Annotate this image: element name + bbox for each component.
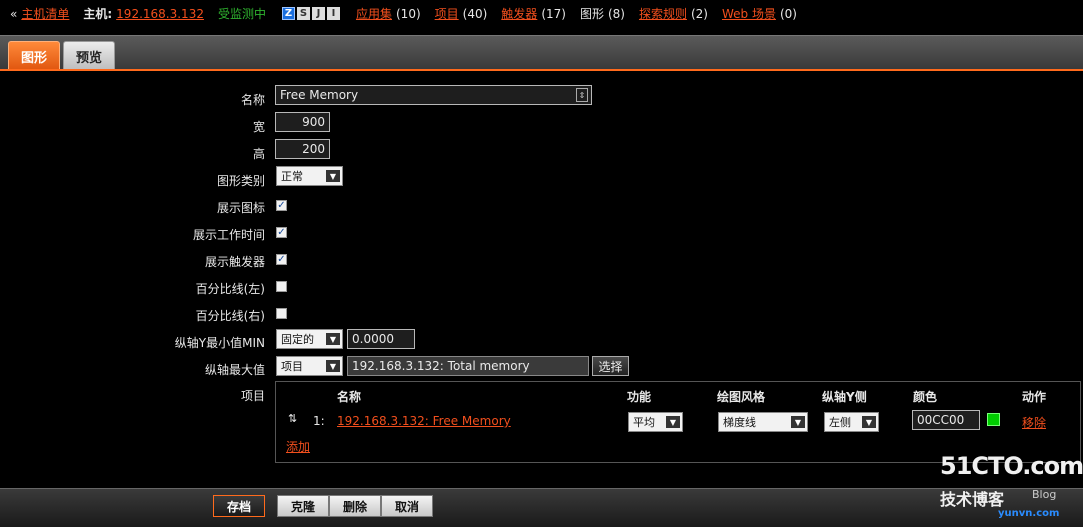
percentile-left-checkbox[interactable] [276,281,287,292]
items-link[interactable]: 项目 [435,5,459,22]
show-worktime-label: 展示工作时间 [192,228,265,242]
item-style-select[interactable]: 梯度线 ▼ [718,412,808,432]
col-action-header: 动作 [1022,390,1047,404]
graph-items-table: 名称 功能 绘图风格 纵轴Y侧 颜色 动作 ⇅ 1: 192.168.3.132… [275,381,1081,463]
graph-type-select[interactable]: 正常 ▼ [276,166,343,186]
width-label: 宽 [252,120,265,134]
percentile-right-checkbox[interactable] [276,308,287,319]
ymin-value-input[interactable]: 0.0000 [347,329,415,349]
ymin-type-value: 固定的 [281,333,314,346]
col-name-header: 名称 [337,390,362,404]
percentile-left-label: 百分比线(左) [195,282,265,296]
chevron-down-icon: ▼ [791,416,805,428]
ymax-type-value: 项目 [281,360,303,373]
host-label: 主机: [83,7,113,21]
discovery-rules-count: (2) [690,6,708,21]
tab-graph[interactable]: 图形 [8,41,61,70]
items-label: 项目 [240,389,265,403]
availability-icons: Z S J I [281,7,340,20]
col-color-header: 颜色 [913,390,938,404]
web-scenarios-count: (0) [779,6,797,21]
graph-type-value: 正常 [281,170,303,183]
percentile-right-label: 百分比线(右) [195,309,265,323]
applications-link[interactable]: 应用集 [356,5,392,22]
show-triggers-label: 展示触发器 [204,255,265,269]
clone-button[interactable]: 克隆 [277,495,329,517]
watermark-text-main: 51CTO.com [940,452,1083,480]
height-input[interactable]: 200 [275,139,330,159]
name-value: Free Memory [280,88,359,102]
chevron-down-icon: ▼ [666,416,680,428]
col-style-header: 绘图风格 [717,390,766,404]
host-nav-bar: « 主机清单 主机: 192.168.3.132 受监测中 Z S J I 应用… [0,0,1083,27]
triggers-link[interactable]: 触发器 [501,5,537,22]
add-item-link[interactable]: 添加 [286,438,310,455]
chevron-down-icon: ▼ [862,416,876,428]
show-triggers-checkbox[interactable]: ✓ [276,254,287,265]
name-input[interactable]: Free Memory ⇕ [275,85,592,105]
ymax-type-select[interactable]: 项目 ▼ [276,356,343,376]
watermark-text-sub: 技术博客 [940,490,1005,509]
cancel-button[interactable]: 取消 [381,495,433,517]
back-arrow-icon: « [10,6,18,21]
web-scenarios-link[interactable]: Web 场景 [722,5,776,22]
item-color-input[interactable]: 00CC00 [912,410,980,430]
show-worktime-checkbox[interactable]: ✓ [276,227,287,238]
triggers-count: (17) [541,6,566,21]
item-yaxis-value: 左侧 [829,416,851,429]
delete-button[interactable]: 删除 [329,495,381,517]
col-function-header: 功能 [627,390,652,404]
items-count: (40) [462,6,488,21]
save-button[interactable]: 存档 [213,495,265,517]
jmx-icon: J [311,7,325,20]
width-input[interactable]: 900 [275,112,330,132]
tab-strip: 图形 预览 [0,35,1083,70]
show-legend-checkbox[interactable]: ✓ [276,200,287,211]
item-style-value: 梯度线 [723,416,756,429]
chevron-down-icon: ▼ [326,333,340,345]
name-label: 名称 [240,93,265,107]
height-label: 高 [252,147,265,161]
ymin-label: 纵轴Y最小值MIN [174,336,265,350]
monitoring-status: 受监测中 [217,7,266,21]
chevron-down-icon: ▼ [326,360,340,372]
graphs-label: 图形 [579,7,604,21]
show-legend-label: 展示图标 [216,201,265,215]
graph-type-label: 图形类别 [216,174,265,188]
ymax-item-input[interactable]: 192.168.3.132: Total memory [347,356,589,376]
color-swatch[interactable] [987,413,1000,426]
chevron-down-icon: ▼ [326,170,340,182]
host-list-link[interactable]: 主机清单 [21,5,69,22]
zabbix-agent-icon: Z [281,7,295,20]
graph-form: 名称 Free Memory ⇕ 宽 900 高 200 图形类别 正常 ▼ 展… [0,69,1083,482]
row-index: 1: [313,414,325,428]
discovery-rules-link[interactable]: 探索规则 [639,5,687,22]
applications-count: (10) [396,6,421,21]
snmp-icon: S [296,7,310,20]
item-name-link[interactable]: 192.168.3.132: Free Memory [337,414,511,428]
ipmi-icon: I [326,7,340,20]
graphs-count: (8) [607,6,625,21]
tab-preview[interactable]: 预览 [63,41,116,70]
watermark-text-blog: Blog [1032,488,1057,501]
input-resize-icon: ⇕ [576,88,588,102]
form-footer: 存档 克隆 删除 取消 [0,488,1083,527]
col-yaxis-header: 纵轴Y侧 [822,390,867,404]
ymin-type-select[interactable]: 固定的 ▼ [276,329,343,349]
drag-handle-icon[interactable]: ⇅ [288,412,297,425]
item-function-select[interactable]: 平均 ▼ [628,412,683,432]
ymax-select-button[interactable]: 选择 [592,356,629,376]
item-function-value: 平均 [633,416,655,429]
remove-item-link[interactable]: 移除 [1022,414,1046,431]
watermark-logo: 51CTO.com 技术博客 Blog yunvn.com [940,452,1083,524]
item-yaxis-select[interactable]: 左侧 ▼ [824,412,879,432]
watermark-url: yunvn.com [998,508,1060,519]
host-ip-link[interactable]: 192.168.3.132 [116,7,204,21]
ymax-label: 纵轴最大值 [204,363,265,377]
